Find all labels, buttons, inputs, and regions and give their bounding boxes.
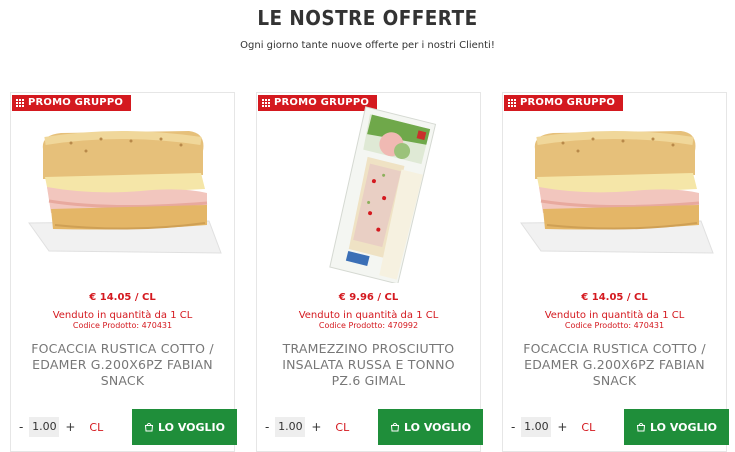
qty-increase-button[interactable]: + [63, 420, 77, 434]
product-image[interactable] [267, 103, 472, 285]
add-to-cart-label: LO VOGLIO [404, 420, 471, 434]
quantity-stepper: - 1.00 + CL [509, 417, 595, 437]
sold-quantity: Venduto in quantità da 1 CL [544, 310, 685, 321]
qty-increase-button[interactable]: + [555, 420, 569, 434]
product-code: Codice Prodotto: 470992 [318, 321, 419, 330]
qty-unit: CL [581, 420, 596, 434]
bag-icon [390, 422, 400, 432]
qty-decrease-button[interactable]: - [509, 420, 517, 434]
add-to-cart-label: LO VOGLIO [650, 420, 717, 434]
product-image[interactable] [21, 103, 226, 283]
page-subtitle: Ogni giorno tante nuove offerte per i no… [240, 40, 495, 51]
qty-increase-button[interactable]: + [309, 420, 323, 434]
sold-quantity: Venduto in quantità da 1 CL [298, 310, 439, 321]
bag-icon [636, 422, 646, 432]
product-card[interactable]: PROMO GRUPPO € 14.05 / CL Venduto in qua… [10, 92, 237, 452]
product-name[interactable]: FOCACCIA RUSTICA COTTO / EDAMER G.200X6P… [25, 341, 220, 389]
page-title: LE NOSTRE OFFERTE [257, 6, 478, 30]
bag-icon [144, 422, 154, 432]
qty-decrease-button[interactable]: - [17, 420, 25, 434]
product-code: Codice Prodotto: 470431 [72, 321, 173, 330]
product-price: € 9.96 / CL [338, 292, 399, 303]
product-card[interactable]: PROMO GRUPPO € 9.96 / CL Venduto in quan… [256, 92, 483, 452]
add-to-cart-label: LO VOGLIO [158, 420, 225, 434]
qty-unit: CL [89, 420, 104, 434]
quantity-stepper: - 1.00 + CL [263, 417, 349, 437]
product-name[interactable]: TRAMEZZINO PROSCIUTTO INSALATA RUSSA E T… [271, 341, 466, 389]
qty-unit: CL [335, 420, 350, 434]
quantity-stepper: - 1.00 + CL [17, 417, 103, 437]
product-name[interactable]: FOCACCIA RUSTICA COTTO / EDAMER G.200X6P… [517, 341, 712, 389]
qty-input[interactable]: 1.00 [29, 417, 60, 437]
product-card[interactable]: PROMO GRUPPO € 14.05 / CL Venduto in qua… [502, 92, 729, 452]
product-image[interactable] [513, 103, 718, 283]
product-price: € 14.05 / CL [89, 292, 156, 303]
qty-input[interactable]: 1.00 [521, 417, 552, 437]
sold-quantity: Venduto in quantità da 1 CL [52, 310, 193, 321]
product-code: Codice Prodotto: 470431 [564, 321, 665, 330]
qty-input[interactable]: 1.00 [275, 417, 306, 437]
product-price: € 14.05 / CL [581, 292, 648, 303]
qty-decrease-button[interactable]: - [263, 420, 271, 434]
